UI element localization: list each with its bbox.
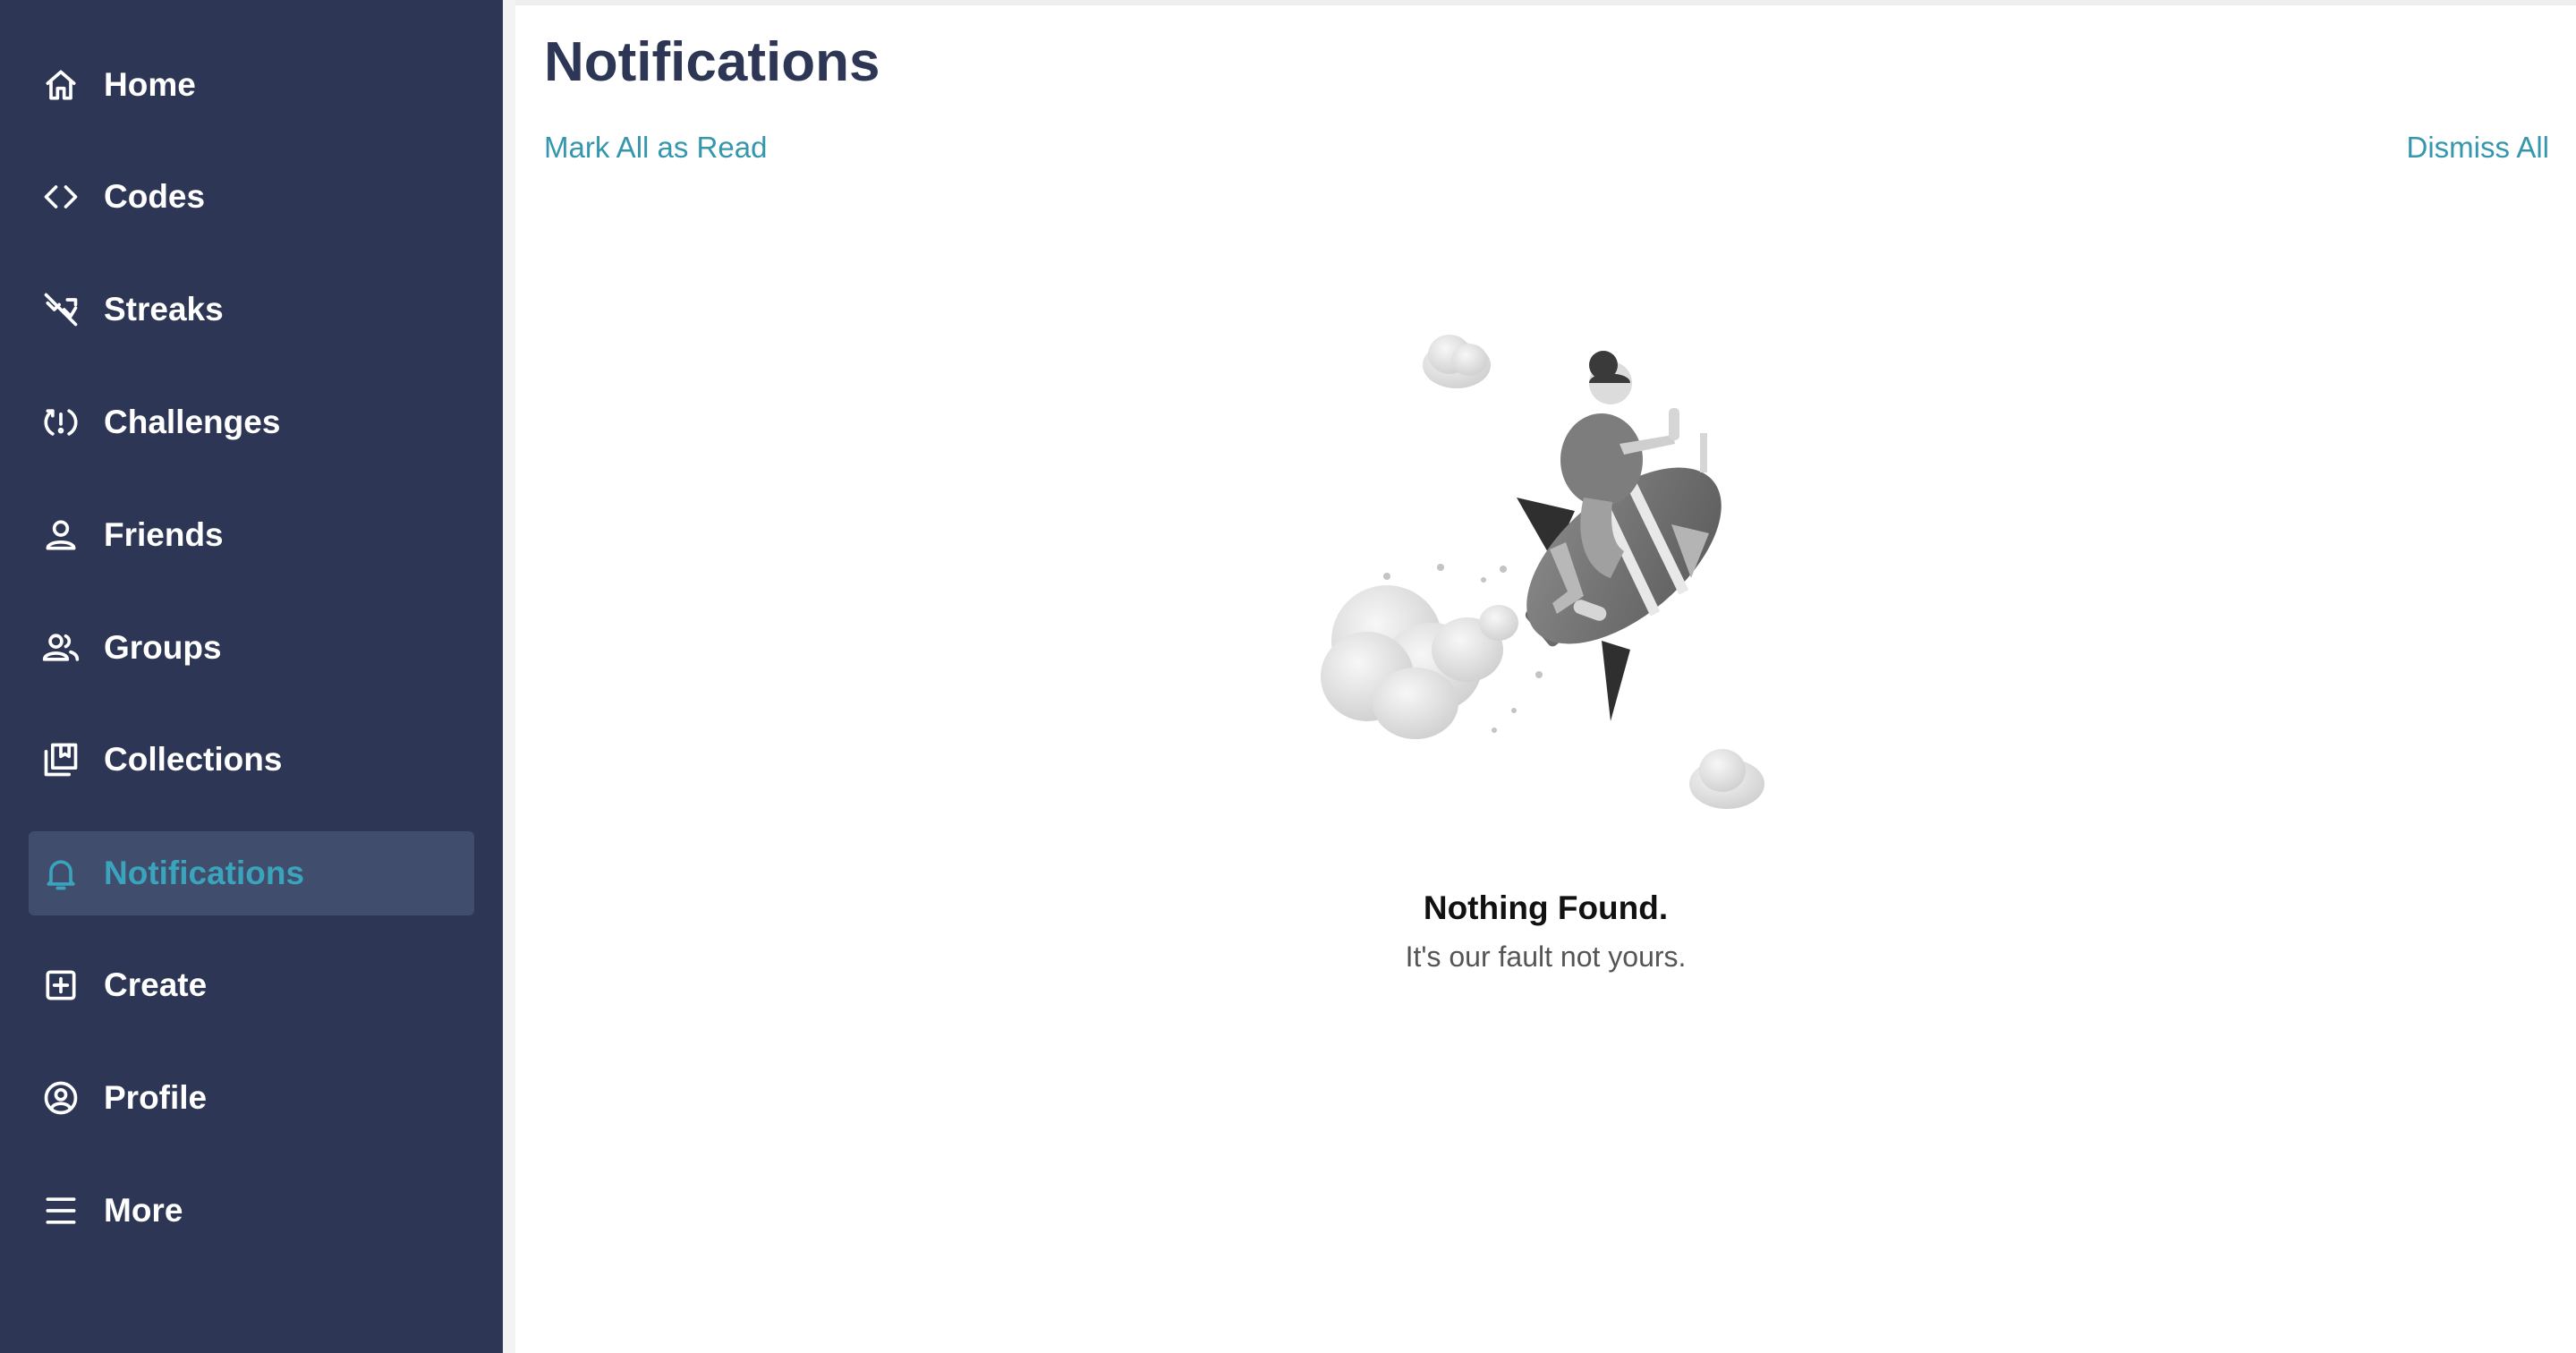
cloud-bottom [1689, 749, 1764, 809]
sidebar-item-groups[interactable]: Groups [29, 606, 474, 690]
sidebar-item-profile[interactable]: Profile [29, 1056, 474, 1140]
sidebar-item-collections[interactable]: Collections [29, 718, 474, 802]
sidebar-item-label: Codes [104, 178, 206, 215]
sidebar-item-label: Groups [104, 629, 222, 666]
sidebar-item-label: Profile [104, 1079, 208, 1116]
sidebar-item-label: Collections [104, 741, 283, 778]
bell-icon [41, 854, 81, 893]
sidebar: Home Codes Streaks Challenges Friends Gr… [0, 0, 503, 1353]
code-brackets-icon [41, 177, 81, 217]
sidebar-item-label: Notifications [104, 855, 305, 891]
cloud-top [1423, 335, 1491, 388]
sidebar-item-codes[interactable]: Codes [29, 155, 474, 239]
sidebar-item-notifications[interactable]: Notifications [29, 831, 474, 915]
sidebar-item-streaks[interactable]: Streaks [29, 268, 474, 352]
person-icon [41, 515, 81, 555]
challenge-icon [41, 403, 81, 442]
main-content: Notifications Mark All as Read Dismiss A… [515, 0, 2576, 1353]
rocket-rider-illustration [1321, 335, 1764, 809]
plus-square-icon [41, 966, 81, 1005]
sidebar-item-label: Challenges [104, 404, 281, 440]
profile-circle-icon [41, 1078, 81, 1118]
collection-icon [41, 740, 81, 779]
app-root: Home Codes Streaks Challenges Friends Gr… [0, 0, 2576, 1353]
menu-icon [41, 1191, 81, 1230]
rocket-fin-bottom [1602, 641, 1630, 721]
sidebar-divider [503, 0, 515, 1353]
sidebar-item-label: Create [104, 966, 208, 1003]
sidebar-item-friends[interactable]: Friends [29, 493, 474, 577]
sidebar-item-label: Streaks [104, 291, 224, 328]
sidebar-item-more[interactable]: More [29, 1169, 474, 1253]
streak-off-icon [41, 290, 81, 329]
empty-state-subtitle: It's our fault not yours. [1405, 940, 1687, 973]
dismiss-all-link[interactable]: Dismiss All [2406, 131, 2549, 165]
group-icon [41, 628, 81, 668]
empty-state-title: Nothing Found. [1423, 889, 1669, 926]
sidebar-item-challenges[interactable]: Challenges [29, 380, 474, 464]
mark-all-read-link[interactable]: Mark All as Read [544, 131, 767, 165]
home-icon [41, 65, 81, 105]
page-title: Notifications [544, 31, 880, 93]
exhaust-cloud [1321, 564, 1543, 739]
sidebar-item-create[interactable]: Create [29, 943, 474, 1027]
sidebar-item-label: Home [104, 66, 196, 103]
sidebar-item-label: Friends [104, 516, 224, 553]
sidebar-item-home[interactable]: Home [29, 43, 474, 127]
sidebar-item-label: More [104, 1192, 183, 1229]
